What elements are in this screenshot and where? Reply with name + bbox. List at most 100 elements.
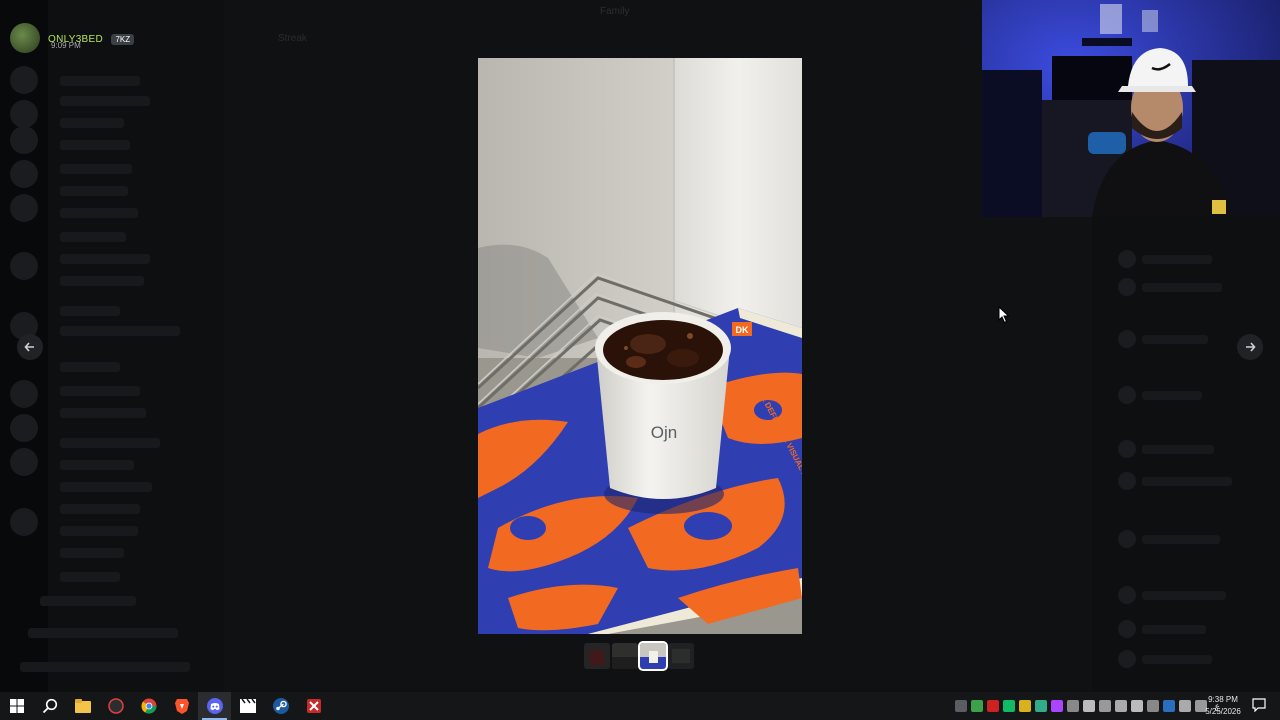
clock-time: 9:38 PM <box>1208 695 1238 704</box>
server-icon[interactable] <box>10 508 38 536</box>
server-icon[interactable] <box>10 126 38 154</box>
channel-item[interactable] <box>60 326 180 336</box>
channel-item[interactable] <box>60 362 120 372</box>
member-avatar[interactable] <box>1118 650 1136 668</box>
taskbar-brave[interactable] <box>165 692 198 720</box>
tray-icon[interactable] <box>1002 700 1015 712</box>
arrow-left-icon <box>24 342 34 352</box>
volume-icon[interactable] <box>1130 700 1143 712</box>
member-avatar[interactable] <box>1118 620 1136 638</box>
channel-item[interactable] <box>60 140 130 150</box>
tray-icon[interactable] <box>1066 700 1079 712</box>
member-avatar[interactable] <box>1118 530 1136 548</box>
taskbar-app[interactable] <box>297 692 330 720</box>
server-icon[interactable] <box>10 66 38 94</box>
voice-connected-panel <box>40 596 136 606</box>
taskbar-video-editor[interactable] <box>231 692 264 720</box>
channel-item[interactable] <box>60 232 126 242</box>
channel-item[interactable] <box>60 118 124 128</box>
tray-icon[interactable] <box>954 700 967 712</box>
next-image-button[interactable] <box>1237 334 1263 360</box>
channel-item[interactable] <box>60 482 152 492</box>
server-tag-badge: 7KZ <box>111 34 135 45</box>
user-panel[interactable] <box>20 662 190 672</box>
member-avatar[interactable] <box>1118 386 1136 404</box>
channel-item[interactable] <box>60 96 150 106</box>
channel-item[interactable] <box>60 548 124 558</box>
server-title: Family <box>600 6 630 17</box>
channel-category[interactable] <box>60 438 160 448</box>
notification-icon <box>1252 698 1266 713</box>
server-icon[interactable] <box>10 414 38 442</box>
member-item[interactable] <box>1142 477 1232 486</box>
channel-item[interactable] <box>60 460 134 470</box>
channel-item[interactable] <box>60 208 138 218</box>
channel-item[interactable] <box>60 76 140 86</box>
server-icon[interactable] <box>10 448 38 476</box>
system-clock[interactable]: 9:38 PM 5/25/2026 <box>1196 694 1250 718</box>
thumbnail-image <box>612 643 638 669</box>
voice-controls[interactable] <box>28 628 178 638</box>
channel-item[interactable] <box>60 504 140 514</box>
taskbar-steam[interactable] <box>264 692 297 720</box>
steam-tray-icon[interactable] <box>1162 700 1175 712</box>
server-icon[interactable] <box>10 194 38 222</box>
channel-item[interactable] <box>60 386 140 396</box>
tray-icon[interactable] <box>1178 700 1191 712</box>
member-avatar[interactable] <box>1118 278 1136 296</box>
member-item[interactable] <box>1142 535 1220 544</box>
channel-item[interactable] <box>60 254 150 264</box>
server-icon[interactable] <box>10 252 38 280</box>
settings-icon[interactable] <box>1098 700 1111 712</box>
taskbar-chrome[interactable] <box>132 692 165 720</box>
member-item[interactable] <box>1142 625 1206 634</box>
display-icon[interactable] <box>1114 700 1127 712</box>
start-button[interactable] <box>0 692 33 720</box>
channel-item[interactable] <box>60 572 120 582</box>
search-button[interactable] <box>33 692 66 720</box>
taskbar-app[interactable] <box>99 692 132 720</box>
member-item[interactable] <box>1142 255 1212 264</box>
server-icon[interactable] <box>10 160 38 188</box>
channel-item[interactable] <box>60 276 144 286</box>
windows-logo-icon <box>9 699 24 713</box>
avatar[interactable] <box>10 23 40 53</box>
channel-item[interactable] <box>60 186 128 196</box>
member-item[interactable] <box>1142 591 1226 600</box>
tray-icon[interactable] <box>1018 700 1031 712</box>
member-avatar[interactable] <box>1118 472 1136 490</box>
tray-icon[interactable] <box>1034 700 1047 712</box>
server-icon[interactable] <box>10 100 38 128</box>
member-item[interactable] <box>1142 445 1214 454</box>
thumbnail-active[interactable] <box>638 641 668 671</box>
previous-image-button[interactable] <box>17 334 43 360</box>
server-icon[interactable] <box>10 380 38 408</box>
channel-item[interactable] <box>60 164 132 174</box>
tray-icon[interactable] <box>986 700 999 712</box>
member-item[interactable] <box>1142 391 1202 400</box>
thumbnail[interactable] <box>668 643 694 669</box>
book-badge: DK <box>736 325 749 335</box>
thumbnail[interactable] <box>612 643 638 669</box>
microphone-icon[interactable] <box>1082 700 1095 712</box>
member-item[interactable] <box>1142 283 1222 292</box>
clock-date: 5/25/2026 <box>1205 707 1241 716</box>
channel-item[interactable] <box>60 526 138 536</box>
tray-icon[interactable] <box>1050 700 1063 712</box>
thumbnail[interactable] <box>584 643 610 669</box>
member-avatar[interactable] <box>1118 250 1136 268</box>
steam-icon <box>272 698 289 714</box>
lightbox-image[interactable]: DK THE DEFINITIVE VISUAL HISTORY Ojn <box>478 58 802 634</box>
member-item[interactable] <box>1142 655 1212 664</box>
channel-item[interactable] <box>60 408 146 418</box>
member-item[interactable] <box>1142 335 1208 344</box>
taskbar-file-explorer[interactable] <box>66 692 99 720</box>
member-avatar[interactable] <box>1118 440 1136 458</box>
taskbar-discord[interactable] <box>198 692 231 720</box>
tray-icon[interactable] <box>970 700 983 712</box>
member-avatar[interactable] <box>1118 330 1136 348</box>
channel-category[interactable] <box>60 306 120 316</box>
notification-center-button[interactable] <box>1252 698 1266 713</box>
member-avatar[interactable] <box>1118 586 1136 604</box>
network-icon[interactable] <box>1146 700 1159 712</box>
